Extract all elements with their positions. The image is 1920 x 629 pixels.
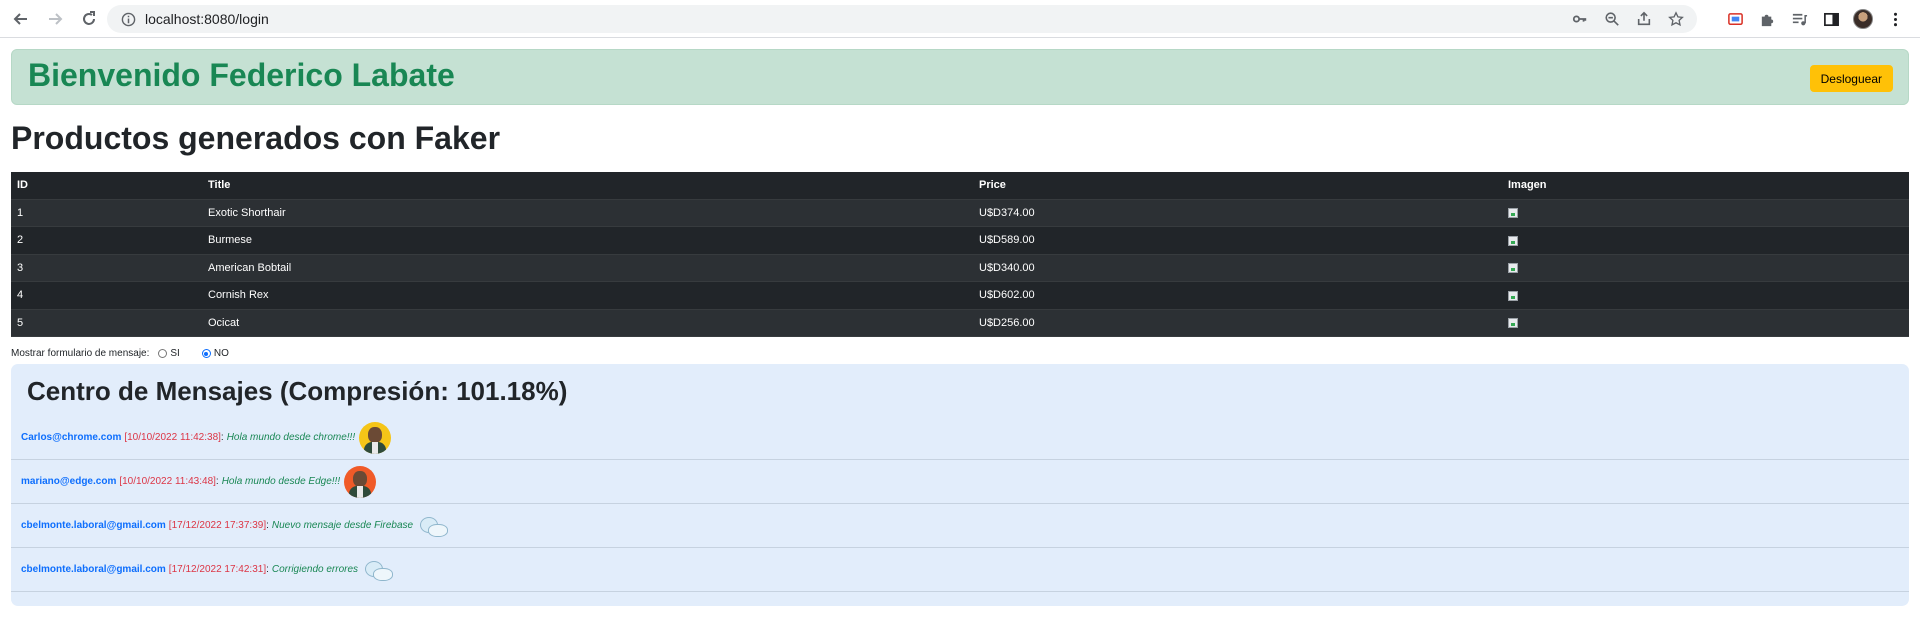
message-text: Hola mundo desde chrome!!! [226,432,356,443]
cell-id: 3 [11,254,202,282]
baby-avatar [416,513,449,539]
cell-title: Burmese [202,226,973,255]
cell-title: Ocicat [202,309,973,337]
toggle-label: Mostrar formulario de mensaje: [11,348,150,359]
browser-toolbar: localhost:8080/login [0,0,1920,38]
info-icon[interactable] [119,10,137,28]
message-form-toggle: Mostrar formulario de mensaje: SI NO [11,348,229,359]
message-item: cbelmonte.laboral@gmail.com [17/12/2022 … [11,548,1909,592]
reload-icon[interactable] [76,6,102,32]
baby-avatar [361,557,394,583]
cast-icon[interactable] [1725,9,1745,29]
cell-image [1502,309,1909,337]
yellow-person-avatar [359,421,392,454]
message-email: Carlos@chrome.com [21,432,122,443]
broken-image-icon [1508,318,1518,329]
key-icon[interactable] [1571,10,1589,28]
cell-image [1502,226,1909,255]
column-header-price: Price [973,172,1502,200]
cell-image [1502,281,1909,310]
forward-icon[interactable] [42,6,68,32]
message-text: Corrigiendo errores [271,564,359,575]
products-title: Productos generados con Faker [11,120,501,156]
message-item: mariano@edge.com [10/10/2022 11:43:48]: … [11,460,1909,504]
message-date: [17/12/2022 17:42:31] [168,564,267,575]
menu-icon[interactable] [1885,9,1905,29]
message-email: mariano@edge.com [21,476,117,487]
cell-id: 1 [11,199,202,227]
url-text[interactable]: localhost:8080/login [145,11,269,27]
cell-price: U$D589.00 [973,226,1502,255]
cell-id: 4 [11,281,202,310]
message-date: [17/12/2022 17:37:39] [168,520,267,531]
cell-id: 5 [11,309,202,337]
share-icon[interactable] [1635,10,1653,28]
message-item: Carlos@chrome.com [10/10/2022 11:42:38]:… [11,416,1909,460]
column-header-id: ID [11,172,202,200]
message-item: cbelmonte.laboral@gmail.com [17/12/2022 … [11,504,1909,548]
message-date: [10/10/2022 11:43:48] [119,476,216,487]
message-email: cbelmonte.laboral@gmail.com [21,520,166,531]
radio-no-label[interactable]: NO [214,348,229,359]
radio-si-label[interactable]: SI [170,348,179,359]
sidepanel-icon[interactable] [1821,9,1841,29]
cell-price: U$D256.00 [973,309,1502,337]
profile-avatar[interactable] [1853,9,1873,29]
cell-id: 2 [11,226,202,255]
table-row: 5 Ocicat U$D256.00 [11,309,1909,337]
message-center: Centro de Mensajes (Compresión: 101.18%)… [11,364,1909,606]
message-date: [10/10/2022 11:42:38] [124,432,221,443]
radio-si[interactable] [158,349,168,358]
broken-image-icon [1508,290,1518,301]
table-row: 1 Exotic Shorthair U$D374.00 [11,199,1909,227]
welcome-banner: Bienvenido Federico Labate Desloguear [11,49,1909,105]
table-row: 2 Burmese U$D589.00 [11,226,1909,255]
broken-image-icon [1508,235,1518,246]
column-header-image: Imagen [1502,172,1909,200]
back-icon[interactable] [8,6,34,32]
table-header-row: ID Title Price Imagen [11,172,1909,200]
products-table: ID Title Price Imagen 1 Exotic Shorthair… [11,172,1909,337]
column-header-title: Title [202,172,973,200]
cell-price: U$D374.00 [973,199,1502,227]
puzzle-icon[interactable] [1757,9,1777,29]
broken-image-icon [1508,263,1518,274]
zoom-icon[interactable] [1603,10,1621,28]
cell-price: U$D340.00 [973,254,1502,282]
welcome-title: Bienvenido Federico Labate [28,57,455,93]
logout-button[interactable]: Desloguear [1809,65,1893,92]
cell-title: Exotic Shorthair [202,199,973,227]
message-center-title: Centro de Mensajes (Compresión: 101.18%) [27,376,568,406]
star-icon[interactable] [1667,10,1685,28]
media-icon[interactable] [1789,9,1809,29]
cell-title: Cornish Rex [202,281,973,310]
broken-image-icon [1508,208,1518,219]
orange-person-avatar [344,465,377,498]
address-bar[interactable]: localhost:8080/login [107,5,1697,33]
message-text: Nuevo mensaje desde Firebase [271,520,414,531]
message-email: cbelmonte.laboral@gmail.com [21,564,166,575]
cell-title: American Bobtail [202,254,973,282]
message-text: Hola mundo desde Edge!!! [221,476,341,487]
cell-price: U$D602.00 [973,281,1502,310]
cell-image [1502,199,1909,227]
table-row: 4 Cornish Rex U$D602.00 [11,281,1909,310]
radio-no[interactable] [201,349,211,358]
table-row: 3 American Bobtail U$D340.00 [11,254,1909,282]
cell-image [1502,254,1909,282]
